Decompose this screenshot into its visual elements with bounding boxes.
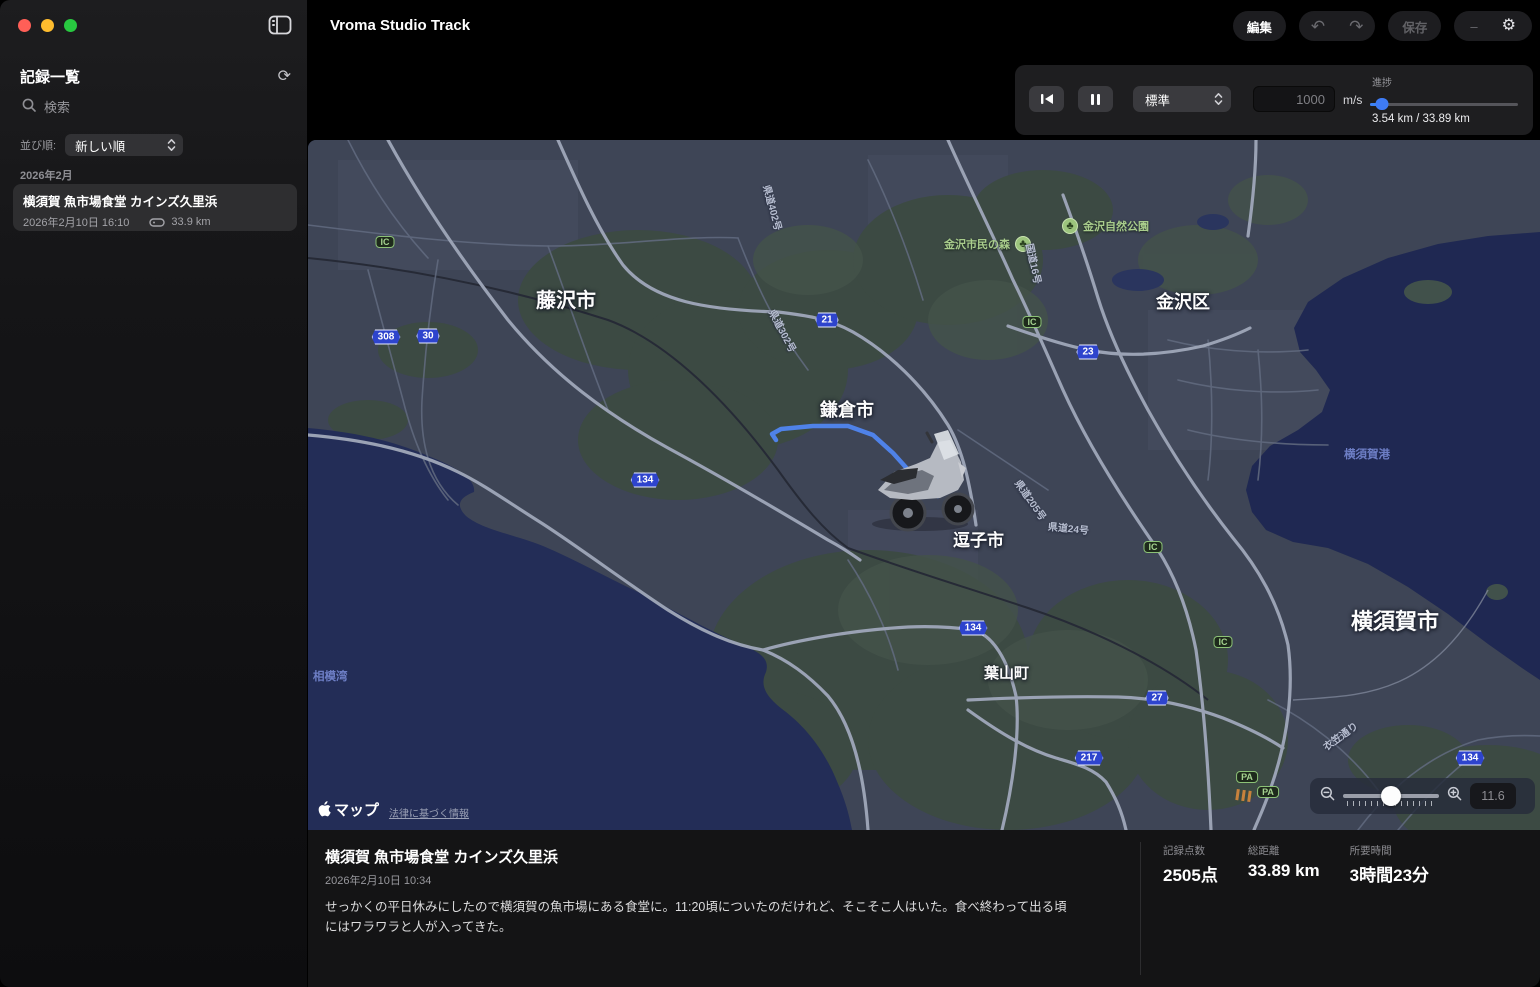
search-icon bbox=[22, 98, 36, 117]
close-window-button[interactable] bbox=[18, 19, 31, 32]
stats-divider bbox=[1140, 842, 1141, 975]
zoom-in-icon[interactable] bbox=[1447, 786, 1462, 806]
edit-button[interactable]: 編集 bbox=[1233, 11, 1286, 41]
main-content: Vroma Studio Track 編集 ↶ ↷ 保存 – ⚙ bbox=[308, 0, 1540, 987]
speed-unit-label: m/s bbox=[1343, 93, 1362, 107]
stat-label: 総距離 bbox=[1248, 843, 1320, 858]
sort-order-value: 新しい順 bbox=[75, 136, 125, 155]
skip-to-start-button[interactable] bbox=[1029, 86, 1064, 112]
search-field[interactable] bbox=[22, 98, 291, 117]
undo-redo-group: ↶ ↷ bbox=[1299, 11, 1376, 41]
speed-preset-value: 標準 bbox=[1145, 90, 1170, 109]
legal-info-link[interactable]: 法律に基づく情報 bbox=[389, 805, 469, 820]
stat-label: 記録点数 bbox=[1163, 843, 1218, 858]
chevron-up-down-icon bbox=[1214, 92, 1223, 106]
progress-label: 進捗 bbox=[1372, 74, 1392, 89]
record-distance: 33.9 km bbox=[171, 216, 210, 228]
progress-thumb[interactable] bbox=[1375, 98, 1388, 110]
scooter-icon bbox=[149, 218, 165, 227]
detail-date: 2026年2月10日 10:34 bbox=[325, 872, 1115, 888]
minimize-window-button[interactable] bbox=[41, 19, 54, 32]
month-section-header: 2026年2月 bbox=[20, 167, 73, 183]
record-list-item[interactable]: 横須賀 魚市場食堂 カインズ久里浜 2026年2月10日 16:10 33.9 … bbox=[13, 184, 297, 231]
undo-icon[interactable]: ↶ bbox=[1299, 18, 1337, 35]
app-window: 記録一覧 ⟳ 並び順: 新しい順 2026年2月 横須賀 魚市場食堂 カインズ久… bbox=[0, 0, 1540, 987]
stat-value: 33.89 km bbox=[1248, 861, 1320, 881]
detail-title: 横須賀 魚市場食堂 カインズ久里浜 bbox=[325, 846, 1115, 867]
progress-slider[interactable] bbox=[1370, 98, 1518, 110]
zoom-window-button[interactable] bbox=[64, 19, 77, 32]
zoom-out-icon[interactable] bbox=[1320, 786, 1335, 806]
apple-logo-icon bbox=[318, 801, 331, 817]
redo-icon[interactable]: ↷ bbox=[1337, 18, 1375, 35]
sidebar-toggle-icon[interactable] bbox=[267, 15, 293, 37]
save-button[interactable]: 保存 bbox=[1388, 11, 1441, 41]
titlebar: Vroma Studio Track 編集 ↶ ↷ 保存 – ⚙ bbox=[308, 0, 1540, 52]
stat-point-count: 記録点数 2505点 bbox=[1163, 843, 1218, 886]
map-geography bbox=[308, 140, 1540, 830]
refresh-icon[interactable]: ⟳ bbox=[278, 69, 291, 85]
app-title: Vroma Studio Track bbox=[330, 17, 470, 34]
chevron-up-down-icon bbox=[167, 138, 176, 152]
record-list-title: 記録一覧 bbox=[20, 66, 80, 87]
speed-value-input[interactable] bbox=[1253, 86, 1335, 112]
map-view[interactable]: 藤沢市鎌倉市逗子市葉山町横須賀市金沢区横須賀港相模湾♣金沢自然公園金沢市民の森♣… bbox=[308, 140, 1540, 830]
map-zoom-slider[interactable] bbox=[1343, 786, 1439, 806]
stat-total-distance: 総距離 33.89 km bbox=[1248, 843, 1320, 886]
stats-row: 記録点数 2505点 総距離 33.89 km 所要時間 3時間23分 bbox=[1163, 843, 1429, 886]
settings-group: – ⚙ bbox=[1454, 11, 1532, 41]
progress-text: 3.54 km / 33.89 km bbox=[1372, 113, 1470, 125]
traffic-lights bbox=[18, 19, 77, 32]
progress-track bbox=[1370, 103, 1518, 106]
pause-button[interactable] bbox=[1078, 86, 1113, 112]
zoom-slider-thumb[interactable] bbox=[1381, 786, 1401, 806]
playback-panel: 標準 m/s 進捗 3.54 km / 33.89 km bbox=[1015, 65, 1533, 135]
stat-value: 2505点 bbox=[1163, 861, 1218, 886]
map-zoom-control: 11.6 bbox=[1310, 778, 1535, 814]
maps-brand-label: マップ bbox=[334, 799, 379, 820]
record-date: 2026年2月10日 16:10 bbox=[23, 214, 129, 230]
stat-duration: 所要時間 3時間23分 bbox=[1350, 843, 1429, 886]
search-input[interactable] bbox=[44, 100, 244, 115]
sort-order-label: 並び順: bbox=[20, 137, 56, 153]
gear-icon[interactable]: ⚙ bbox=[1490, 18, 1528, 34]
stat-label: 所要時間 bbox=[1350, 843, 1429, 858]
zoom-level-value: 11.6 bbox=[1470, 783, 1516, 809]
sort-order-select[interactable]: 新しい順 bbox=[65, 134, 183, 156]
stat-value: 3時間23分 bbox=[1350, 861, 1429, 886]
speed-preset-select[interactable]: 標準 bbox=[1133, 86, 1231, 112]
drag-handle-icon: – bbox=[1458, 20, 1489, 33]
sidebar: 記録一覧 ⟳ 並び順: 新しい順 2026年2月 横須賀 魚市場食堂 カインズ久… bbox=[0, 0, 308, 987]
detail-note: せっかくの平日休みにしたので横須賀の魚市場にある食堂に。11:20頃についたのだ… bbox=[325, 897, 1077, 937]
record-title: 横須賀 魚市場食堂 カインズ久里浜 bbox=[23, 191, 287, 210]
record-detail-panel: 横須賀 魚市場食堂 カインズ久里浜 2026年2月10日 10:34 せっかくの… bbox=[308, 830, 1540, 987]
apple-maps-logo: マップ bbox=[318, 799, 379, 820]
